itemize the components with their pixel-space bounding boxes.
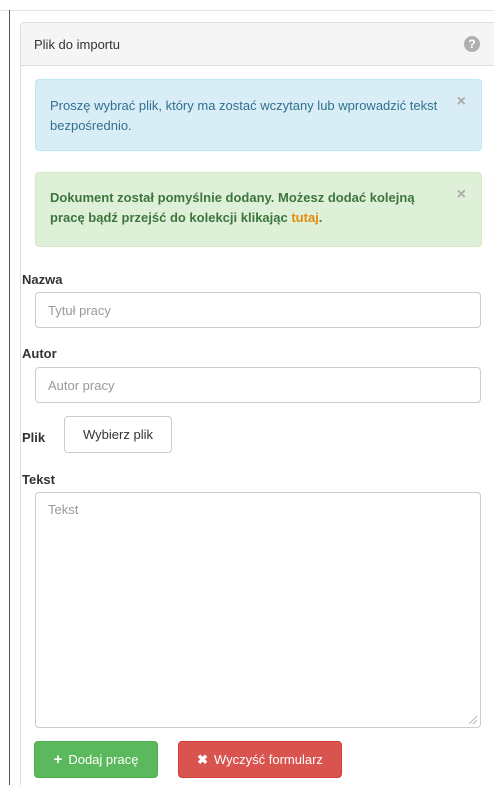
- resize-handle-icon[interactable]: [469, 716, 477, 724]
- title-input-placeholder: Tytuł pracy: [48, 302, 111, 318]
- plus-icon: +: [53, 751, 63, 768]
- tekst-label: Tekst: [22, 472, 55, 487]
- add-work-label: Dodaj pracę: [68, 752, 139, 767]
- success-alert-close-icon[interactable]: ×: [457, 187, 466, 203]
- nazwa-label: Nazwa: [22, 272, 63, 287]
- collection-link[interactable]: tutaj: [291, 210, 318, 225]
- text-textarea[interactable]: Tekst: [35, 492, 481, 728]
- info-alert: Proszę wybrać plik, który ma zostać wczy…: [35, 79, 482, 151]
- success-alert-text: Dokument został pomyślnie dodany. Możesz…: [50, 190, 415, 225]
- plik-label: Plik: [22, 430, 46, 445]
- info-alert-close-icon[interactable]: ×: [457, 94, 466, 110]
- success-alert-period: .: [318, 210, 323, 225]
- author-input-placeholder: Autor pracy: [48, 377, 115, 393]
- panel-body: Proszę wybrać plik, który ma zostać wczy…: [21, 66, 494, 247]
- choose-file-button[interactable]: Wybierz plik: [64, 416, 172, 453]
- title-input[interactable]: Tytuł pracy: [35, 292, 481, 328]
- top-edge: [0, 0, 494, 11]
- text-textarea-placeholder: Tekst: [48, 502, 79, 517]
- clear-form-label: Wyczyść formularz: [213, 752, 323, 767]
- autor-label: Autor: [22, 346, 57, 361]
- left-edge: [9, 10, 10, 785]
- panel-heading: Plik do importu ?: [21, 23, 494, 66]
- clear-form-button[interactable]: ✖ Wyczyść formularz: [178, 741, 342, 778]
- author-input[interactable]: Autor pracy: [35, 367, 481, 403]
- success-alert: Dokument został pomyślnie dodany. Możesz…: [35, 172, 482, 247]
- help-icon[interactable]: ?: [464, 36, 480, 52]
- remove-icon: ✖: [197, 752, 208, 767]
- add-work-button[interactable]: + Dodaj pracę: [34, 741, 158, 778]
- panel-title: Plik do importu: [34, 36, 120, 52]
- info-alert-text: Proszę wybrać plik, który ma zostać wczy…: [50, 98, 438, 133]
